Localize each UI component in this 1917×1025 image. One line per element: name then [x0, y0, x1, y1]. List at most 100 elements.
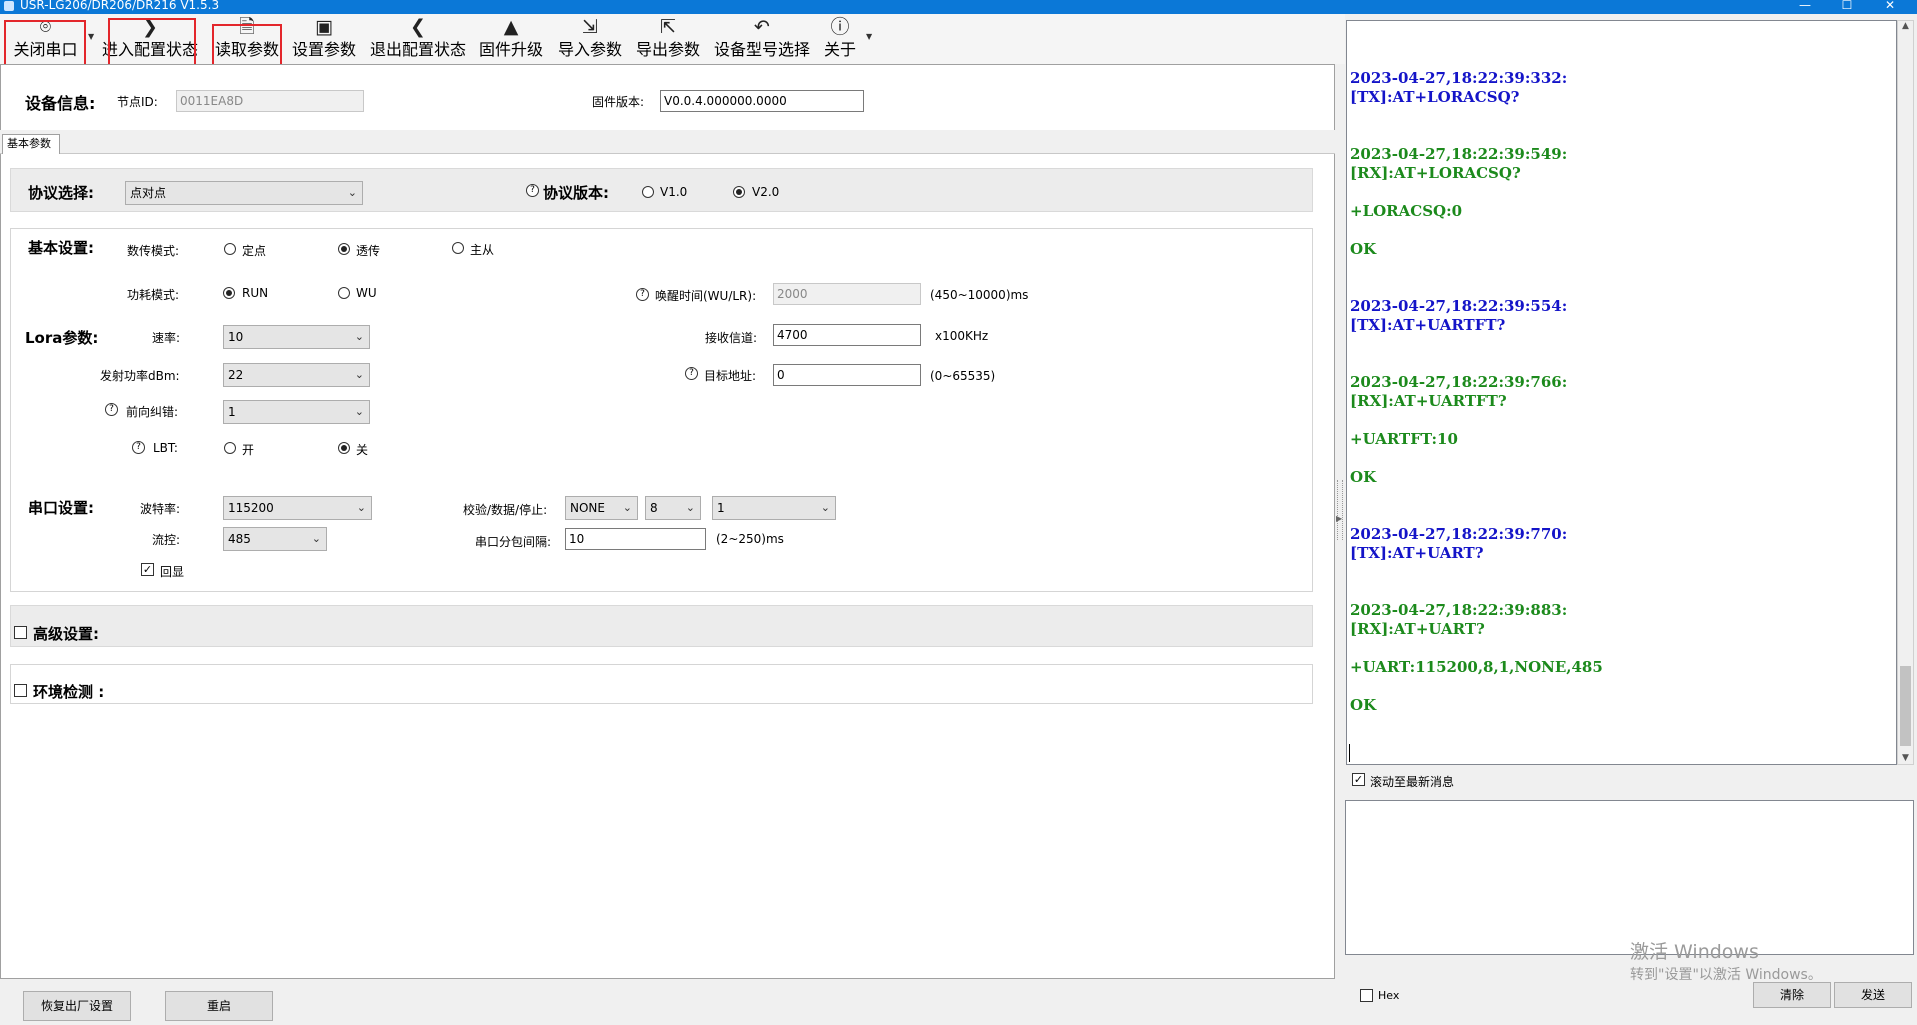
- help-icon[interactable]: ?: [526, 184, 539, 197]
- close-window-button[interactable]: ✕: [1880, 0, 1900, 12]
- app-icon: [4, 1, 14, 11]
- exit-config-button[interactable]: ❮ 退出配置状态: [368, 14, 468, 64]
- advanced-settings-checkbox[interactable]: [14, 626, 27, 639]
- factory-reset-button[interactable]: 恢复出厂设置: [23, 991, 131, 1021]
- chevron-down-icon: ⌄: [820, 501, 830, 514]
- env-detection-checkbox[interactable]: [14, 684, 27, 697]
- protocol-select[interactable]: 点对点 ⌄: [125, 181, 363, 205]
- fec-label: 前向纠错:: [126, 405, 179, 419]
- wake-time-label: 唤醒时间(WU/LR):: [655, 289, 757, 303]
- power-run-radio[interactable]: [223, 287, 235, 299]
- lbt-on-radio[interactable]: [224, 442, 236, 454]
- parity-select[interactable]: NONE ⌄: [565, 496, 638, 520]
- scroll-down-icon[interactable]: ▼: [1902, 753, 1909, 763]
- log-output[interactable]: 2023-04-27,18:22:39:332: [TX]:AT+LORACSQ?…: [1346, 20, 1897, 765]
- restart-button[interactable]: 重启: [165, 991, 273, 1021]
- log-line: [RX]:AT+UARTFT?: [1350, 392, 1507, 410]
- scroll-up-icon[interactable]: ▲: [1902, 21, 1909, 31]
- about-button[interactable]: ⓘ 关于: [820, 14, 860, 64]
- firmware-upgrade-label: 固件升级: [478, 40, 543, 59]
- wake-time-range: (450~10000)ms: [930, 288, 1029, 302]
- log-scrollbar[interactable]: ▲ ▼: [1897, 20, 1914, 765]
- highlight-enter-config: [108, 18, 196, 70]
- help-icon[interactable]: ?: [105, 403, 118, 416]
- send-input[interactable]: [1345, 800, 1914, 955]
- data-bits-value: 8: [650, 501, 658, 515]
- advanced-settings-bar: [10, 605, 1313, 647]
- firmware-field: V0.0.4.000000.0000: [660, 90, 864, 112]
- import-params-button[interactable]: ⇲ 导入参数: [556, 14, 624, 64]
- device-model-button[interactable]: ↶ 设备型号选择: [713, 14, 811, 64]
- tab-basic[interactable]: 基本参数: [2, 134, 60, 154]
- power-mode-label: 功耗模式:: [127, 288, 180, 302]
- chevron-down-icon: ⌄: [354, 368, 364, 381]
- splitter-handle[interactable]: [1337, 480, 1343, 540]
- serial-settings-header: 串口设置:: [28, 499, 94, 517]
- log-line: 2023-04-27,18:22:39:883:: [1350, 601, 1568, 619]
- echo-checkbox[interactable]: ✓: [141, 563, 154, 576]
- baud-select[interactable]: 115200 ⌄: [223, 496, 372, 520]
- log-line: [RX]:AT+UART?: [1350, 620, 1485, 638]
- data-bits-select[interactable]: 8 ⌄: [645, 496, 701, 520]
- fec-select[interactable]: 1 ⌄: [223, 400, 370, 424]
- log-line: OK: [1350, 240, 1377, 258]
- protocol-select-label: 协议选择:: [28, 184, 94, 202]
- wake-time-field[interactable]: 2000: [773, 283, 921, 305]
- packet-interval-field[interactable]: 10: [565, 528, 706, 550]
- log-line: [RX]:AT+LORACSQ?: [1350, 164, 1521, 182]
- packet-interval-range: (2~250)ms: [716, 532, 784, 546]
- node-id-label: 节点ID:: [117, 95, 158, 109]
- chevron-down-icon[interactable]: ▼: [866, 32, 872, 41]
- tx-power-select[interactable]: 22 ⌄: [223, 363, 370, 387]
- clear-button[interactable]: 清除: [1753, 982, 1831, 1008]
- rate-label: 速率:: [152, 331, 181, 345]
- help-icon[interactable]: ?: [685, 367, 698, 380]
- set-params-label: 设置参数: [291, 40, 356, 59]
- mode-label: 数传模式:: [127, 244, 180, 258]
- help-icon[interactable]: ?: [132, 441, 145, 454]
- lora-params-header: Lora参数:: [25, 329, 99, 347]
- rate-select-value: 10: [228, 330, 244, 344]
- about-label: 关于: [823, 40, 856, 59]
- rate-select[interactable]: 10 ⌄: [223, 325, 370, 349]
- hex-checkbox[interactable]: [1360, 989, 1373, 1002]
- autoscroll-label: 滚动至最新消息: [1370, 775, 1455, 789]
- log-line: OK: [1350, 696, 1377, 714]
- lbt-off-label: 关: [356, 443, 369, 457]
- chevron-down-icon[interactable]: ▼: [88, 32, 94, 41]
- window-title: USR-LG206/DR206/DR216 V1.5.3: [20, 0, 220, 12]
- scrollbar-thumb[interactable]: [1900, 666, 1911, 746]
- firmware-upgrade-button[interactable]: ▲ 固件升级: [478, 14, 544, 64]
- send-button[interactable]: 发送: [1834, 982, 1912, 1008]
- target-address-field[interactable]: 0: [773, 364, 921, 386]
- highlight-close-port: [4, 20, 86, 70]
- set-params-button[interactable]: ▣ 设置参数: [290, 14, 358, 64]
- help-icon[interactable]: ?: [636, 288, 649, 301]
- activation-watermark-title: 激活 Windows: [1630, 941, 1759, 963]
- mode-transparent-radio[interactable]: [338, 243, 350, 255]
- mode-fixed-label: 定点: [242, 244, 267, 258]
- power-wu-radio[interactable]: [338, 287, 350, 299]
- protocol-v2-radio[interactable]: [733, 186, 745, 198]
- maximize-button[interactable]: ☐: [1837, 0, 1857, 12]
- flow-control-select[interactable]: 485 ⌄: [223, 527, 327, 551]
- channel-field[interactable]: 4700: [773, 324, 921, 346]
- tab-strip: [0, 130, 1335, 154]
- firmware-label: 固件版本:: [592, 95, 645, 109]
- device-info-header: 设备信息:: [25, 94, 96, 113]
- packet-interval-label: 串口分包间隔:: [475, 535, 552, 549]
- stop-bits-select[interactable]: 1 ⌄: [712, 496, 836, 520]
- export-params-button[interactable]: ⇱ 导出参数: [634, 14, 702, 64]
- flow-control-label: 流控:: [152, 533, 181, 547]
- protocol-v1-radio[interactable]: [642, 186, 654, 198]
- mode-master-label: 主从: [470, 243, 495, 257]
- exit-config-label: 退出配置状态: [369, 40, 466, 59]
- channel-label: 接收信道:: [705, 331, 758, 345]
- minimize-button[interactable]: —: [1795, 0, 1815, 12]
- lbt-off-radio[interactable]: [338, 442, 350, 454]
- mode-fixed-radio[interactable]: [224, 243, 236, 255]
- save-icon: ▣: [315, 16, 333, 38]
- mode-master-radio[interactable]: [452, 242, 464, 254]
- protocol-version-label: 协议版本:: [543, 184, 609, 202]
- autoscroll-checkbox[interactable]: ✓: [1352, 773, 1365, 786]
